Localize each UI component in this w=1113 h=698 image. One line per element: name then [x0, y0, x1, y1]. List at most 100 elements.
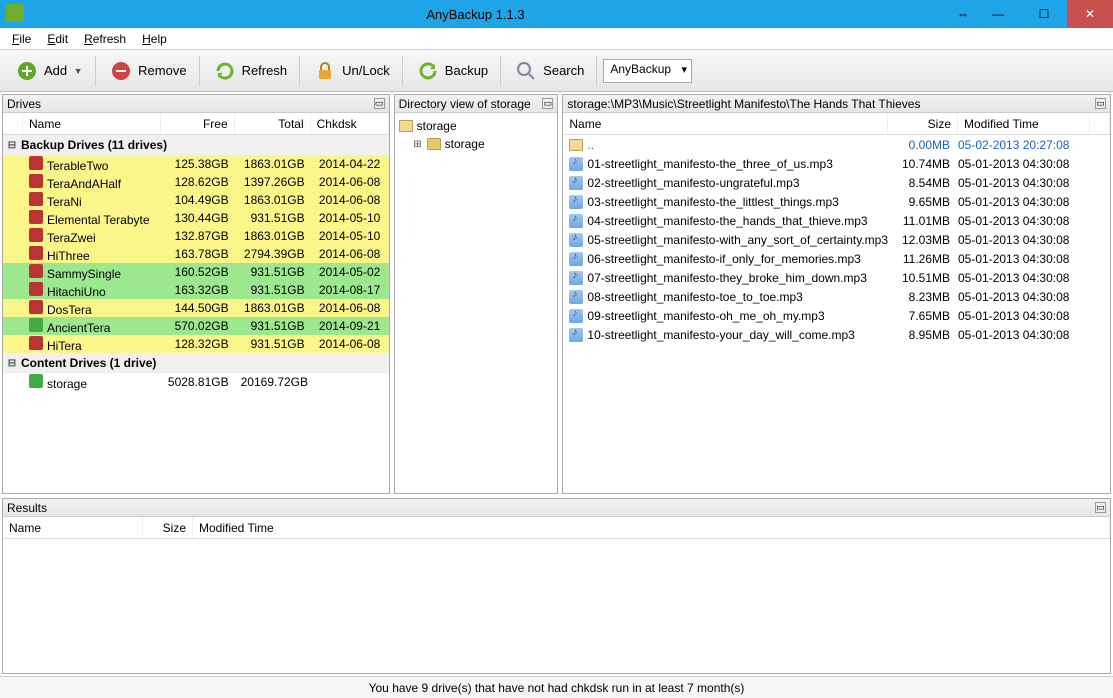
directory-tree[interactable]: storage ⊞ storage: [395, 113, 558, 493]
collapse-icon[interactable]: ▭: [1095, 502, 1106, 513]
drive-row[interactable]: HitachiUno163.32GB931.51GB2014-08-17: [3, 281, 389, 299]
minimize-button[interactable]: —: [975, 0, 1021, 28]
backup-button[interactable]: Backup: [409, 54, 494, 88]
file-body: Name Size Modified Time .. 0.00MB 05-02-…: [563, 113, 1110, 493]
folder-up-icon: [569, 139, 583, 151]
drive-icon: [29, 192, 43, 206]
file-panel: storage:\MP3\Music\Streetlight Manifesto…: [562, 94, 1111, 494]
results-column-header[interactable]: Name Size Modified Time: [3, 517, 1110, 539]
results-panel-title: Results ▭: [3, 499, 1110, 517]
collapse-icon[interactable]: ⊟: [7, 358, 17, 369]
mode-dropdown[interactable]: AnyBackup: [603, 59, 692, 83]
file-row[interactable]: 03-streetlight_manifesto-the_littlest_th…: [563, 192, 1110, 211]
drive-row[interactable]: Elemental Terabyte130.44GB931.51GB2014-0…: [3, 209, 389, 227]
drive-row[interactable]: AncientTera570.02GB931.51GB2014-09-21: [3, 317, 389, 335]
drive-row[interactable]: DosTera144.50GB1863.01GB2014-06-08: [3, 299, 389, 317]
main-panes: Drives ▭ Name Free Total Chkdsk ⊟ Backup…: [0, 92, 1113, 496]
music-file-icon: [569, 290, 583, 304]
expand-icon[interactable]: ⊞: [413, 139, 423, 150]
drive-icon: [29, 282, 43, 296]
music-file-icon: [569, 271, 583, 285]
drives-column-header[interactable]: Name Free Total Chkdsk: [3, 113, 389, 135]
results-body[interactable]: [3, 539, 1110, 673]
unlock-button[interactable]: Un/Lock: [306, 54, 396, 88]
close-button[interactable]: ✕: [1067, 0, 1113, 28]
drive-icon: [29, 210, 43, 224]
drive-row[interactable]: storage5028.81GB20169.72GB: [3, 373, 389, 391]
menu-help[interactable]: Help: [136, 30, 173, 48]
drive-icon: [29, 336, 43, 350]
backup-icon: [415, 58, 441, 84]
tree-child[interactable]: ⊞ storage: [399, 135, 554, 153]
file-row[interactable]: 02-streetlight_manifesto-ungrateful.mp38…: [563, 173, 1110, 192]
drive-row[interactable]: TeraAndAHalf128.62GB1397.26GB2014-06-08: [3, 173, 389, 191]
menu-edit[interactable]: Edit: [41, 30, 74, 48]
drive-icon: [29, 300, 43, 314]
drive-row[interactable]: HiThree163.78GB2794.39GB2014-06-08: [3, 245, 389, 263]
file-row[interactable]: 07-streetlight_manifesto-they_broke_him_…: [563, 268, 1110, 287]
search-icon: [513, 58, 539, 84]
file-row[interactable]: 01-streetlight_manifesto-the_three_of_us…: [563, 154, 1110, 173]
file-row[interactable]: 08-streetlight_manifesto-toe_to_toe.mp38…: [563, 287, 1110, 306]
results-panel: Results ▭ Name Size Modified Time: [2, 498, 1111, 674]
drive-icon: [29, 246, 43, 260]
remove-icon: [108, 58, 134, 84]
add-button[interactable]: Add ▼: [8, 54, 89, 88]
file-row[interactable]: 09-streetlight_manifesto-oh_me_oh_my.mp3…: [563, 306, 1110, 325]
restore-arrows-icon[interactable]: ⇔: [951, 7, 975, 21]
menu-file[interactable]: File: [6, 30, 37, 48]
drive-group-content[interactable]: ⊟ Content Drives (1 drive): [3, 353, 389, 373]
drive-row[interactable]: SammySingle160.52GB931.51GB2014-05-02: [3, 263, 389, 281]
drive-icon: [29, 228, 43, 242]
music-file-icon: [569, 157, 583, 171]
drives-panel-title: Drives ▭: [3, 95, 389, 113]
drive-icon: [29, 156, 43, 170]
folder-open-icon: [399, 120, 413, 132]
file-panel-title: storage:\MP3\Music\Streetlight Manifesto…: [563, 95, 1110, 113]
drive-row[interactable]: TeraNi104.49GB1863.01GB2014-06-08: [3, 191, 389, 209]
search-button[interactable]: Search: [507, 54, 590, 88]
drive-row[interactable]: TeraZwei132.87GB1863.01GB2014-05-10: [3, 227, 389, 245]
drives-panel: Drives ▭ Name Free Total Chkdsk ⊟ Backup…: [2, 94, 390, 494]
collapse-icon[interactable]: ▭: [542, 98, 553, 109]
file-row[interactable]: 06-streetlight_manifesto-if_only_for_mem…: [563, 249, 1110, 268]
music-file-icon: [569, 214, 583, 228]
title-bar: AnyBackup 1.1.3 ⇔ — ☐ ✕: [0, 0, 1113, 28]
drive-icon: [29, 174, 43, 188]
add-icon: [14, 58, 40, 84]
tree-root[interactable]: storage: [399, 117, 554, 135]
collapse-icon[interactable]: ▭: [1095, 98, 1106, 109]
directory-panel: Directory view of storage ▭ storage ⊞ st…: [394, 94, 559, 494]
folder-icon: [427, 138, 441, 150]
file-row[interactable]: 04-streetlight_manifesto-the_hands_that_…: [563, 211, 1110, 230]
music-file-icon: [569, 176, 583, 190]
menu-bar: File Edit Refresh Help: [0, 28, 1113, 50]
drives-body: Name Free Total Chkdsk ⊟ Backup Drives (…: [3, 113, 389, 493]
drive-icon: [29, 264, 43, 278]
refresh-icon: [212, 58, 238, 84]
refresh-button[interactable]: Refresh: [206, 54, 294, 88]
parent-dir-row[interactable]: .. 0.00MB 05-02-2013 20:27:08: [563, 135, 1110, 154]
collapse-icon[interactable]: ▭: [374, 98, 385, 109]
file-row[interactable]: 05-streetlight_manifesto-with_any_sort_o…: [563, 230, 1110, 249]
menu-refresh[interactable]: Refresh: [78, 30, 132, 48]
window-controls: — ☐ ✕: [975, 0, 1113, 28]
directory-panel-title: Directory view of storage ▭: [395, 95, 558, 113]
drive-icon: [29, 318, 43, 332]
files-column-header[interactable]: Name Size Modified Time: [563, 113, 1110, 135]
collapse-icon[interactable]: ⊟: [7, 140, 17, 151]
window-title: AnyBackup 1.1.3: [0, 7, 951, 22]
music-file-icon: [569, 252, 583, 266]
drive-row[interactable]: HiTera128.32GB931.51GB2014-06-08: [3, 335, 389, 353]
maximize-button[interactable]: ☐: [1021, 0, 1067, 28]
drive-row[interactable]: TerableTwo125.38GB1863.01GB2014-04-22: [3, 155, 389, 173]
remove-button[interactable]: Remove: [102, 54, 192, 88]
file-row[interactable]: 10-streetlight_manifesto-your_day_will_c…: [563, 325, 1110, 344]
drive-group-backup[interactable]: ⊟ Backup Drives (11 drives): [3, 135, 389, 155]
status-text: You have 9 drive(s) that have not had ch…: [369, 681, 745, 695]
status-bar: You have 9 drive(s) that have not had ch…: [0, 676, 1113, 698]
toolbar: Add ▼ Remove Refresh Un/Lock Backup Sear…: [0, 50, 1113, 92]
dropdown-arrow-icon[interactable]: ▼: [73, 66, 83, 76]
lock-icon: [312, 58, 338, 84]
music-file-icon: [569, 328, 583, 342]
